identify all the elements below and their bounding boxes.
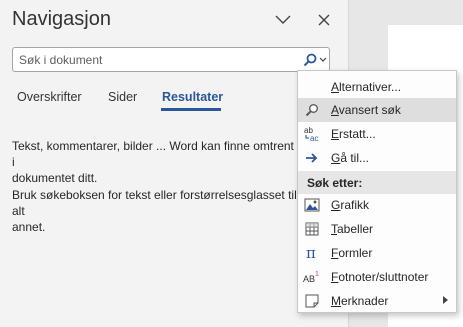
search-icon — [303, 101, 321, 119]
active-tab-indicator — [161, 108, 221, 111]
menu-item-options[interactable]: Alternativer... — [298, 75, 456, 99]
arrow-right-icon — [303, 149, 321, 167]
search-options-button[interactable] — [301, 50, 329, 70]
menu-item-label: Formler — [331, 246, 373, 260]
svg-text:1: 1 — [315, 271, 319, 278]
svg-text:AB: AB — [303, 274, 315, 284]
pane-title: Navigasjon — [12, 8, 111, 30]
submenu-arrow-icon — [443, 296, 448, 304]
search-options-menu: Alternativer... Avansert søk ab ac Ersta… — [297, 70, 457, 313]
footnote-icon: AB 1 — [303, 268, 321, 286]
chevron-down-icon — [275, 15, 291, 24]
menu-item-tables[interactable]: Tabeller — [298, 217, 456, 241]
menu-item-advanced-find[interactable]: Avansert søk — [298, 98, 456, 122]
menu-item-footnotes[interactable]: AB 1 Fotnoter/sluttnoter — [298, 265, 456, 289]
menu-item-label: Avansert søk — [331, 103, 401, 117]
svg-text:π: π — [306, 245, 316, 261]
tab-pages[interactable]: Sider — [108, 90, 137, 104]
menu-item-label: Alternativer... — [331, 80, 402, 94]
menu-item-label: Merknader — [331, 294, 389, 308]
menu-item-label: Gå til... — [331, 151, 370, 165]
menu-item-label: Erstatt... — [331, 127, 376, 141]
menu-item-label: Grafikk — [331, 198, 370, 212]
menu-item-label: Fotnoter/sluttnoter — [331, 270, 429, 284]
results-message: Tekst, kommentarer, bilder ... Word kan … — [12, 139, 310, 185]
svg-text:ac: ac — [310, 134, 318, 143]
close-pane-button[interactable] — [313, 10, 335, 30]
menu-item-equations[interactable]: π Formler — [298, 241, 456, 265]
menu-section-header-label: Søk etter: — [307, 176, 363, 190]
tab-results[interactable]: Resultater — [162, 90, 223, 104]
search-box — [12, 47, 330, 72]
menu-item-comments[interactable]: Merknader — [298, 289, 456, 313]
menu-section-header: Søk etter: — [298, 171, 456, 194]
pi-icon: π — [303, 244, 321, 262]
results-hint: Bruk søkeboksen for tekst eller forstørr… — [12, 188, 297, 234]
menu-item-go-to[interactable]: Gå til... — [298, 146, 456, 170]
graphics-icon — [303, 196, 321, 214]
menu-item-replace[interactable]: ab ac Erstatt... — [298, 122, 456, 146]
search-icon — [303, 53, 317, 67]
tab-headings[interactable]: Overskrifter — [17, 90, 82, 104]
replace-icon: ab ac — [303, 125, 321, 143]
pane-options-button[interactable] — [272, 10, 294, 30]
table-icon — [303, 220, 321, 238]
search-input[interactable] — [13, 48, 297, 71]
menu-item-label: Tabeller — [331, 222, 374, 236]
comment-icon — [303, 292, 321, 310]
navigation-pane: Navigasjon Overskrifter Sider Resultater… — [0, 0, 348, 327]
menu-item-graphics[interactable]: Grafikk — [298, 193, 456, 217]
close-icon — [318, 14, 330, 26]
chevron-down-icon — [319, 57, 327, 62]
